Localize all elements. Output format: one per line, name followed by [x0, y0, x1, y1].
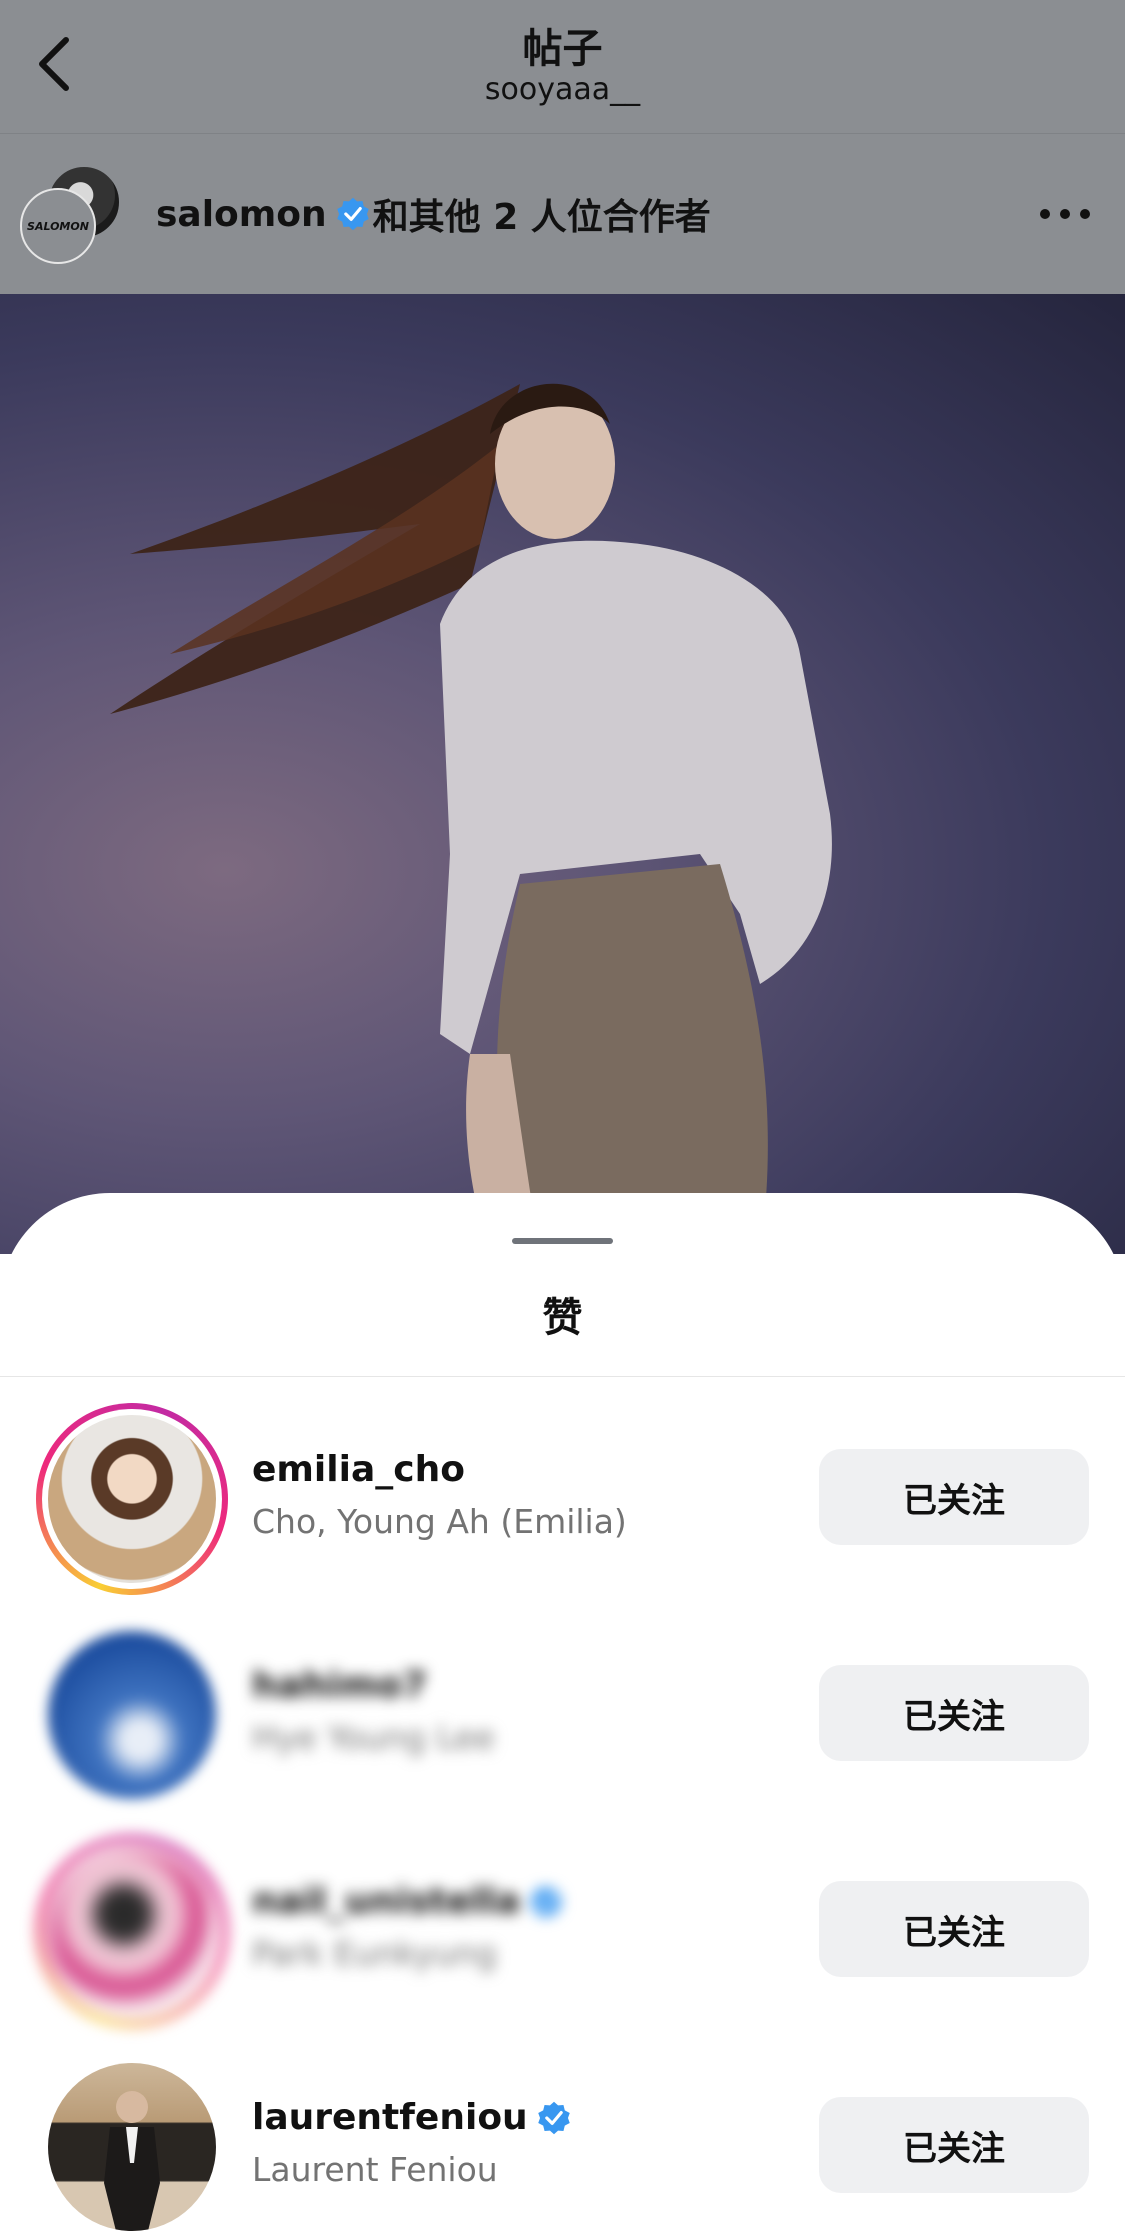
user-info[interactable]: hahimo7 Hye Young Lee	[252, 1665, 495, 1757]
collaborators-text[interactable]: 和其他 2 人位合作者	[373, 188, 711, 240]
full-name: Laurent Feniou	[252, 2150, 498, 2189]
full-name: Park Eunkyung	[252, 1934, 497, 1973]
author-avatar[interactable]: SALOMON	[20, 164, 122, 264]
username: emilia_cho	[252, 1449, 465, 1490]
following-button[interactable]: 已关注	[819, 1665, 1089, 1761]
avatar[interactable]	[36, 1403, 228, 1595]
list-item[interactable]: emilia_cho Cho, Young Ah (Emilia) 已关注	[0, 1403, 1125, 1619]
user-info[interactable]: emilia_cho Cho, Young Ah (Emilia)	[252, 1449, 627, 1541]
username: laurentfeniou	[252, 2097, 528, 2138]
page-subtitle: sooyaaa__	[484, 72, 641, 107]
list-item[interactable]: hahimo7 Hye Young Lee 已关注	[0, 1619, 1125, 1835]
more-options-icon[interactable]	[1035, 194, 1095, 234]
post-photo[interactable]	[0, 294, 1125, 1254]
user-info[interactable]: laurentfeniou Laurent Feniou	[252, 2097, 574, 2189]
username-row: nail_unistella	[252, 1881, 566, 1922]
following-button[interactable]: 已关注	[819, 2097, 1089, 2193]
sheet-title: 赞	[542, 1295, 583, 1341]
model-figure-illustration	[110, 383, 832, 1254]
username: hahimo7	[252, 1665, 428, 1706]
avatar-image	[48, 1415, 216, 1583]
author-name[interactable]: salomon	[156, 194, 327, 235]
username: nail_unistella	[252, 1881, 521, 1922]
following-button[interactable]: 已关注	[819, 1449, 1089, 1545]
avatar-image	[48, 2063, 216, 2231]
screen: 帖子 sooyaaa__ SALOMON salomon 和其他 2 人位合作者	[0, 0, 1125, 2234]
verified-badge-icon	[537, 2101, 570, 2134]
list-item[interactable]: nail_unistella Park Eunkyung 已关注	[0, 1835, 1125, 2051]
page-title: 帖子	[522, 26, 603, 72]
avatar[interactable]	[36, 2051, 228, 2234]
divider	[0, 1376, 1125, 1377]
full-name: Hye Young Lee	[252, 1718, 495, 1757]
top-bar: 帖子 sooyaaa__	[0, 0, 1125, 134]
post-header: SALOMON salomon 和其他 2 人位合作者	[0, 134, 1125, 294]
author-line[interactable]: salomon 和其他 2 人位合作者	[156, 188, 711, 240]
full-name: Cho, Young Ah (Emilia)	[252, 1502, 627, 1541]
verified-badge-icon	[336, 197, 369, 231]
avatar-image	[48, 1847, 216, 2015]
following-button[interactable]: 已关注	[819, 1881, 1089, 1977]
list-item[interactable]: laurentfeniou Laurent Feniou 已关注	[0, 2051, 1125, 2234]
verified-badge-icon	[530, 1885, 562, 1918]
user-info[interactable]: nail_unistella Park Eunkyung	[252, 1881, 566, 1973]
avatar-image	[48, 1631, 216, 1799]
avatar[interactable]	[36, 1619, 228, 1811]
salomon-logo: SALOMON	[20, 188, 96, 264]
likes-sheet: 赞 emilia_cho Cho, Young Ah (Emilia) 已关注 …	[0, 1193, 1125, 2234]
username-row: laurentfeniou	[252, 2097, 574, 2138]
person-figure	[104, 2091, 160, 2231]
drag-handle[interactable]	[512, 1238, 613, 1244]
avatar[interactable]	[36, 1835, 228, 2027]
